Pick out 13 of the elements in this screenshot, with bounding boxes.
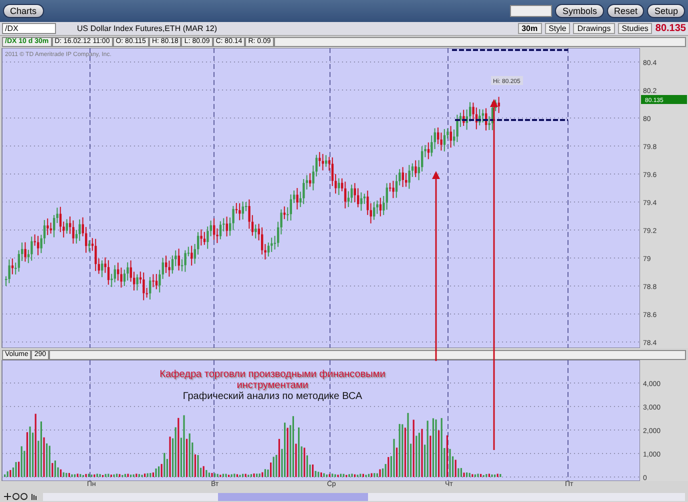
annotation-title: Кафедра торговли производными финансовыми инструментами — [158, 369, 386, 391]
toolbar-button[interactable]: Studies — [618, 23, 652, 34]
last-price: 80.135 — [655, 23, 686, 34]
toolbar-button[interactable]: Symbols — [555, 4, 604, 18]
toolbar-button[interactable]: Drawings — [573, 23, 615, 34]
interval-button[interactable]: 30m — [518, 23, 542, 34]
symbol-field[interactable]: /DX — [2, 23, 56, 34]
toolbar-button[interactable]: Reset — [606, 4, 644, 18]
toolbar-button[interactable]: Setup — [647, 4, 685, 18]
annotation-subtitle: Графический анализ по методике ВСА — [182, 391, 362, 402]
window-title: Charts — [3, 4, 44, 18]
symbol-description: US Dollar Index Futures,ETH (MAR 12) — [77, 24, 218, 33]
toolbar-button[interactable]: Style — [544, 23, 570, 34]
